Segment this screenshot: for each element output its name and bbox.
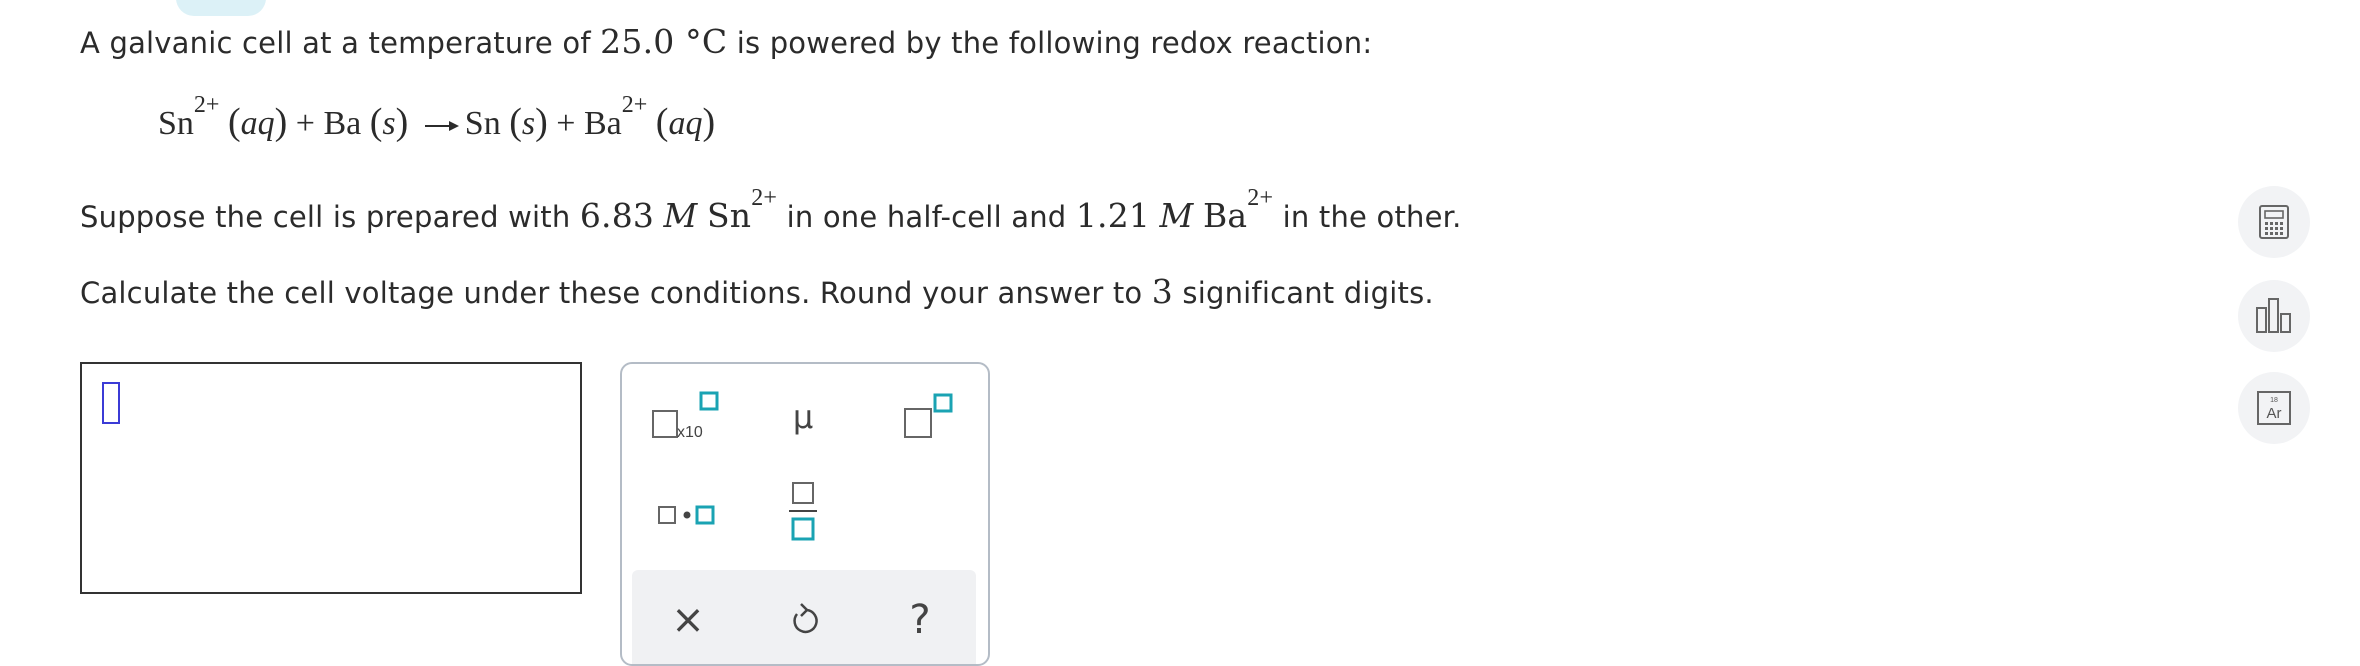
sn-ion: Sn bbox=[706, 196, 752, 235]
calculator-button[interactable] bbox=[2238, 186, 2310, 258]
calc-text-end: significant digits. bbox=[1173, 276, 1434, 310]
temperature-value: 25.0 °C bbox=[600, 22, 728, 61]
charge-sn: 2+ bbox=[193, 92, 220, 118]
product-ba: Ba bbox=[583, 105, 622, 142]
help-button[interactable]: ? bbox=[870, 570, 970, 664]
svg-text:Ar: Ar bbox=[2267, 405, 2282, 422]
ba-concentration: 1.21 bbox=[1075, 196, 1151, 235]
reactant-sn: Sn bbox=[158, 105, 194, 142]
data-chart-button[interactable] bbox=[2238, 280, 2310, 352]
molar-unit: M bbox=[663, 196, 698, 235]
undo-icon bbox=[793, 603, 818, 634]
scientific-notation-icon: x10 bbox=[652, 391, 719, 441]
conditions-text: Suppose the cell is prepared with 6.83 M… bbox=[80, 185, 1462, 235]
sn-concentration: 6.83 bbox=[579, 196, 655, 235]
svg-text:x10: x10 bbox=[677, 424, 703, 441]
superscript-button[interactable] bbox=[882, 382, 972, 452]
middle-text: in one half-cell and bbox=[777, 200, 1076, 234]
state-s: s bbox=[382, 105, 396, 142]
help-icon: ? bbox=[909, 597, 931, 643]
plus-sign: + bbox=[295, 105, 315, 142]
superscript-icon bbox=[904, 393, 953, 438]
periodic-table-icon: 18 Ar bbox=[2257, 391, 2291, 425]
suppose-text: Suppose the cell is prepared with bbox=[80, 200, 580, 234]
charge-ba: 2+ bbox=[1247, 185, 1274, 211]
math-keypad: x10 μ × ? bbox=[620, 362, 990, 666]
undo-button[interactable] bbox=[754, 570, 854, 664]
svg-text:18: 18 bbox=[2270, 397, 2278, 404]
charge-ba: 2+ bbox=[621, 92, 648, 118]
state-aq: aq bbox=[240, 105, 275, 142]
instruction-text: Calculate the cell voltage under these c… bbox=[80, 272, 1434, 311]
bar-chart-icon bbox=[2256, 298, 2291, 333]
state-aq: aq bbox=[668, 105, 703, 142]
answer-input[interactable] bbox=[80, 362, 582, 594]
scientific-notation-button[interactable]: x10 bbox=[642, 382, 732, 452]
plus-sign: + bbox=[556, 105, 576, 142]
state-s: s bbox=[521, 105, 536, 142]
input-cursor bbox=[102, 382, 120, 424]
clear-button[interactable]: × bbox=[638, 570, 738, 664]
mu-symbol: μ bbox=[792, 398, 814, 436]
calc-text: Calculate the cell voltage under these c… bbox=[80, 276, 1152, 310]
periodic-table-button[interactable]: 18 Ar bbox=[2238, 372, 2310, 444]
question-intro: A galvanic cell at a temperature of 25.0… bbox=[80, 22, 1372, 61]
micro-button[interactable]: μ bbox=[758, 382, 848, 452]
close-icon: × bbox=[671, 597, 705, 643]
multiply-dot-icon bbox=[658, 505, 715, 525]
end-text: in the other. bbox=[1273, 200, 1462, 234]
keypad-footer: × ? bbox=[632, 570, 976, 664]
fraction-button[interactable] bbox=[758, 476, 848, 546]
product-sn: Sn bbox=[464, 105, 501, 142]
reactant-ba: Ba bbox=[323, 105, 362, 142]
calculator-icon bbox=[2259, 205, 2289, 239]
redox-equation: Sn2+ (aq) + Ba (s) Sn (s) + Ba2+ (aq) bbox=[158, 92, 716, 143]
molar-unit: M bbox=[1159, 196, 1194, 235]
multiply-dot-button[interactable] bbox=[642, 480, 732, 550]
ba-ion: Ba bbox=[1202, 196, 1248, 235]
charge-sn: 2+ bbox=[751, 185, 778, 211]
reaction-arrow-icon bbox=[424, 121, 459, 132]
sig-digits-value: 3 bbox=[1151, 272, 1173, 311]
top-tab-indicator bbox=[176, 0, 266, 16]
fraction-icon bbox=[789, 482, 817, 541]
intro-text-end: is powered by the following redox reacti… bbox=[727, 26, 1373, 60]
intro-text: A galvanic cell at a temperature of bbox=[80, 26, 601, 60]
